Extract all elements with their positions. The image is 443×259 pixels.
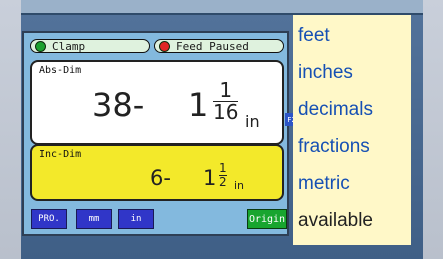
units-item-metric: metric	[298, 173, 350, 194]
inc-fraction-whole: 1	[203, 166, 217, 190]
abs-fraction-whole: 1	[188, 86, 209, 124]
abs-fraction: 1 16	[213, 78, 239, 124]
units-callout: feet inches decimals fractions metric av…	[293, 15, 411, 245]
mm-button[interactable]: mm	[76, 209, 112, 229]
units-item-available: available	[298, 210, 373, 231]
pro-button[interactable]: PRO.	[31, 209, 67, 229]
clamp-indicator[interactable]: Clamp	[30, 39, 150, 53]
origin-button[interactable]: Origin	[247, 209, 287, 229]
abs-unit: in	[245, 112, 260, 131]
abs-dim-label: Abs-Dim	[39, 65, 82, 76]
top-band	[21, 0, 423, 15]
feed-status-icon	[159, 40, 170, 52]
inc-unit: in	[234, 179, 245, 192]
abs-whole-value: 38-	[92, 86, 145, 124]
left-border-stripe	[0, 0, 21, 259]
inc-dim-label: Inc-Dim	[39, 149, 82, 160]
inc-denominator: 2	[219, 175, 227, 189]
right-border-stripe	[423, 0, 443, 259]
units-item-decimals: decimals	[298, 99, 373, 120]
units-item-fractions: fractions	[298, 136, 370, 157]
clamp-status-icon	[35, 40, 46, 52]
inc-fraction: 1 2	[219, 162, 227, 189]
inc-dim-panel[interactable]: Inc-Dim 6- 1 1 2 in	[30, 144, 284, 201]
inc-numerator: 1	[219, 161, 227, 175]
dro-screen: Clamp Feed Paused Abs-Dim 38- 1 1 16 in …	[22, 31, 298, 236]
feed-indicator[interactable]: Feed Paused	[154, 39, 284, 53]
feed-label: Feed Paused	[176, 39, 249, 53]
abs-numerator: 1	[219, 78, 233, 102]
in-button[interactable]: in	[118, 209, 154, 229]
units-item-inches: inches	[298, 62, 353, 83]
units-item-feet: feet	[298, 25, 330, 46]
inc-whole-value: 6-	[150, 166, 171, 190]
abs-denominator: 16	[213, 100, 239, 124]
abs-dim-panel[interactable]: Abs-Dim 38- 1 1 16 in	[30, 60, 284, 145]
clamp-label: Clamp	[52, 39, 86, 53]
